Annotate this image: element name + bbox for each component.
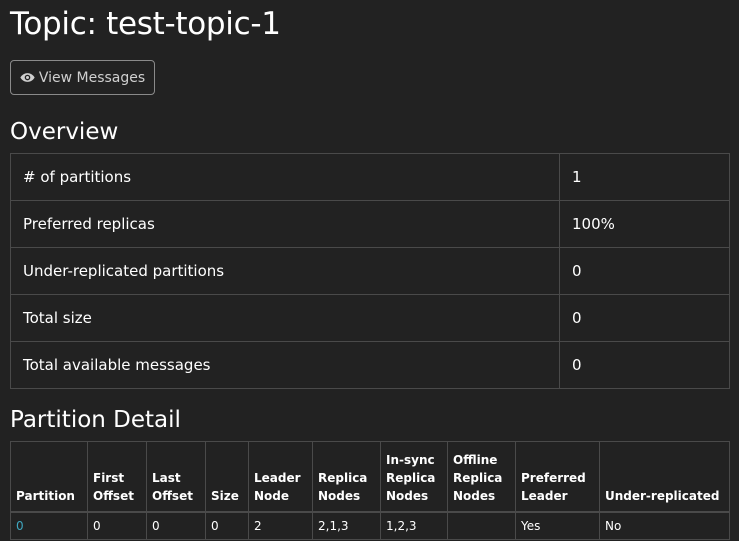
column-header-leader-node: Leader Node — [248, 441, 313, 513]
cell-size: 0 — [205, 511, 249, 540]
view-messages-button[interactable]: View Messages — [10, 60, 155, 95]
partition-link[interactable]: 0 — [16, 519, 24, 533]
table-row: Under-replicated partitions 0 — [10, 247, 730, 295]
column-header-replica-nodes: Replica Nodes — [312, 441, 381, 513]
table-row: 0 0 0 0 2 2,1,3 1,2,3 Yes No — [10, 511, 730, 540]
overview-label-total-size: Total size — [10, 294, 560, 342]
page-title: Topic: test-topic-1 — [10, 6, 281, 42]
cell-partition[interactable]: 0 — [10, 511, 88, 540]
overview-value-partitions: 1 — [559, 153, 730, 201]
table-row: # of partitions 1 — [10, 153, 730, 201]
overview-value-total-messages: 0 — [559, 341, 730, 389]
cell-last-offset: 0 — [146, 511, 206, 540]
overview-label-partitions: # of partitions — [10, 153, 560, 201]
partition-detail-table: Partition First Offset Last Offset Size Le… — [10, 441, 730, 540]
eye-icon — [20, 72, 35, 83]
column-header-preferred-leader: Preferred Leader — [515, 441, 600, 513]
overview-value-under-replicated: 0 — [559, 247, 730, 295]
column-header-size: Size — [205, 441, 249, 513]
partition-detail-title: Partition Detail — [10, 407, 181, 433]
column-header-under-replicated: Under-replicated — [599, 441, 730, 513]
view-messages-label: View Messages — [38, 69, 146, 86]
column-header-insync-replica-nodes: In-sync Replica Nodes — [380, 441, 448, 513]
overview-label-under-replicated: Under-replicated partitions — [10, 247, 560, 295]
cell-offline-replica-nodes — [447, 511, 516, 540]
cell-insync-replica-nodes: 1,2,3 — [380, 511, 448, 540]
cell-preferred-leader: Yes — [515, 511, 600, 540]
table-row: Total size 0 — [10, 294, 730, 342]
column-header-last-offset: Last Offset — [146, 441, 206, 513]
overview-label-total-messages: Total available messages — [10, 341, 560, 389]
overview-value-total-size: 0 — [559, 294, 730, 342]
cell-replica-nodes: 2,1,3 — [312, 511, 381, 540]
overview-value-preferred-replicas: 100% — [559, 200, 730, 248]
column-header-first-offset: First Offset — [87, 441, 147, 513]
overview-title: Overview — [10, 119, 119, 145]
table-header-row: Partition First Offset Last Offset Size Le… — [10, 441, 730, 513]
cell-first-offset: 0 — [87, 511, 147, 540]
cell-leader-node: 2 — [248, 511, 313, 540]
column-header-offline-replica-nodes: Offline Replica Nodes — [447, 441, 516, 513]
overview-table: # of partitions 1 Preferred replicas 100… — [10, 153, 730, 389]
table-row: Total available messages 0 — [10, 341, 730, 389]
overview-label-preferred-replicas: Preferred replicas — [10, 200, 560, 248]
cell-under-replicated: No — [599, 511, 730, 540]
column-header-partition: Partition — [10, 441, 88, 513]
table-row: Preferred replicas 100% — [10, 200, 730, 248]
